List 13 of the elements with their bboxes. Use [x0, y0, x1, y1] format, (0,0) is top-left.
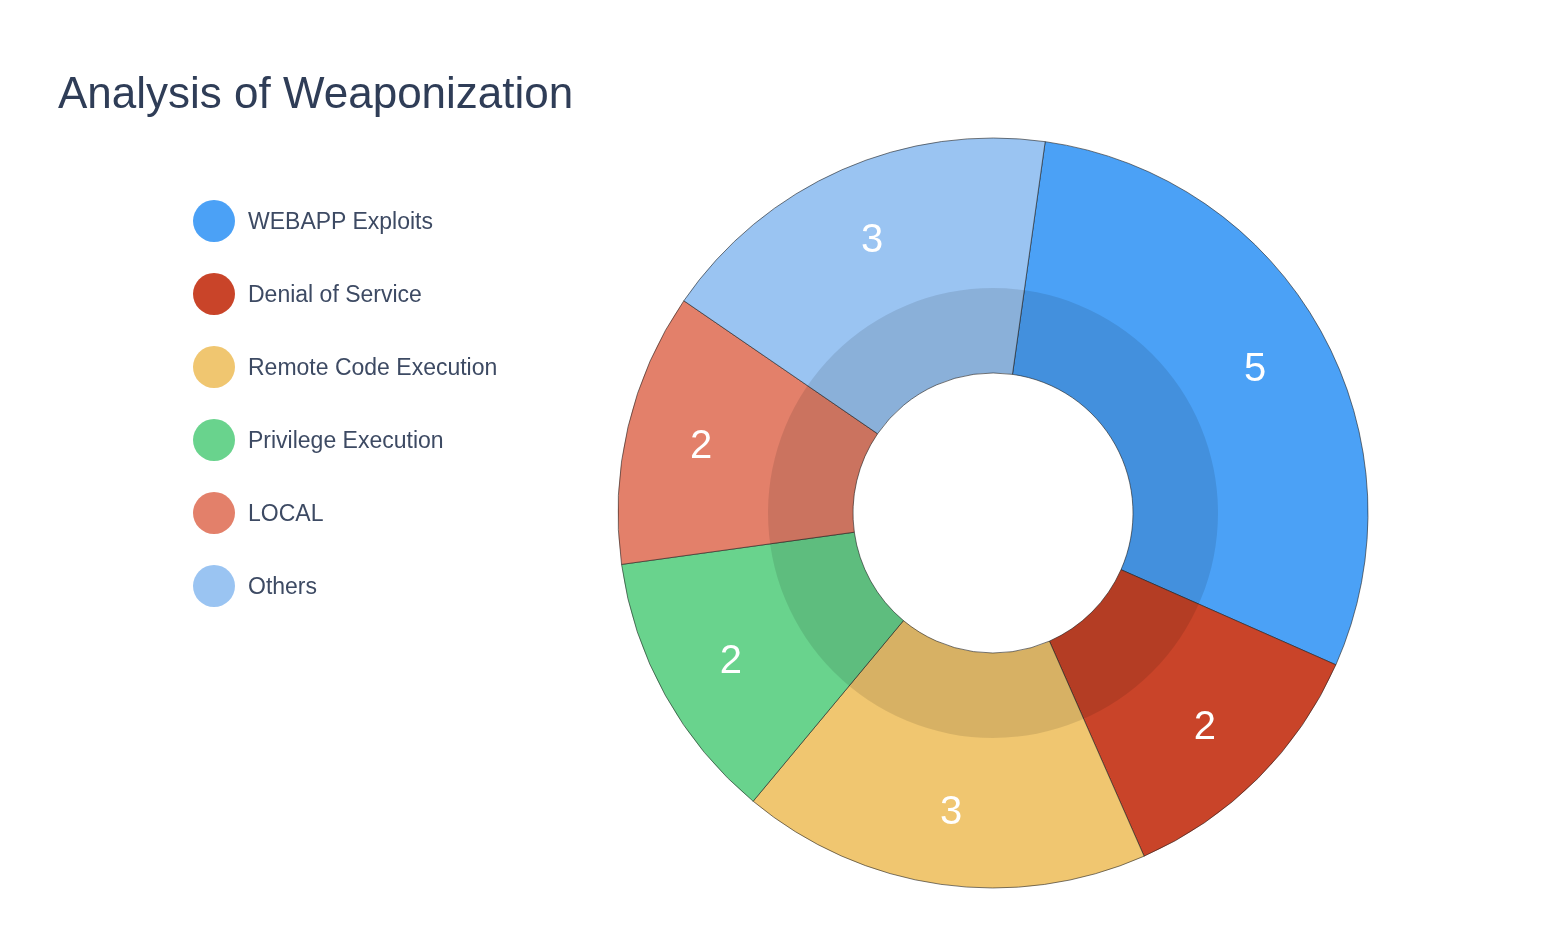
- data-label: 2: [719, 636, 742, 681]
- data-label: 2: [1193, 703, 1217, 748]
- data-label: 3: [940, 788, 963, 833]
- legend-label: LOCAL: [248, 499, 324, 527]
- data-label: 3: [861, 216, 884, 261]
- legend-label: Remote Code Execution: [248, 353, 498, 381]
- chart-title: Analysis of Weaponization: [58, 68, 574, 118]
- legend-label: Privilege Execution: [248, 426, 444, 454]
- data-label: 5: [1244, 345, 1267, 390]
- legend-label: WEBAPP Exploits: [248, 207, 433, 235]
- data-label: 2: [689, 422, 713, 466]
- legend-label: Others: [248, 572, 318, 600]
- legend-label: Denial of Service: [248, 280, 422, 308]
